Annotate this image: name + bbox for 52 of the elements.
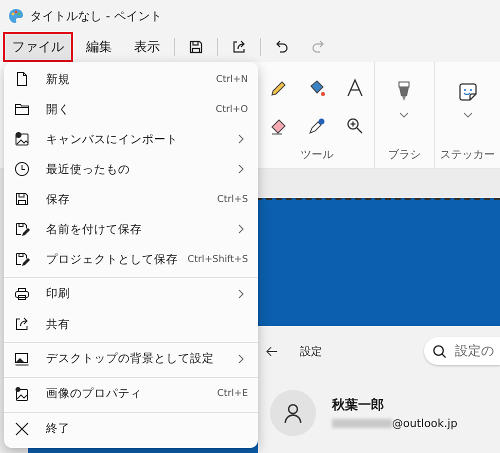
paint-palette-icon xyxy=(8,8,24,24)
menu-item[interactable]: プロジェクトとして保存 Ctrl+Shift+S xyxy=(4,244,258,274)
menu-item[interactable]: 開く Ctrl+O xyxy=(4,94,258,124)
group-label: ブラシ xyxy=(388,147,421,162)
share-icon xyxy=(14,316,30,332)
menu-item[interactable]: 名前を付けて保存 xyxy=(4,214,258,244)
chevron-right-icon xyxy=(238,134,244,144)
new-file-icon xyxy=(14,71,30,87)
menu-item[interactable]: 最近使ったもの xyxy=(4,154,258,184)
search-icon xyxy=(432,344,447,358)
group-label: ステッカー xyxy=(440,147,496,162)
menu-item[interactable]: デスクトップの背景として設定 xyxy=(4,342,258,374)
redacted-text xyxy=(332,419,392,428)
menu-item[interactable]: 共有 xyxy=(4,309,258,339)
save-project-icon xyxy=(14,251,30,267)
chevron-right-icon xyxy=(238,224,244,234)
menu-item[interactable]: 画像のプロパティ Ctrl+E xyxy=(4,377,258,409)
chevron-right-icon xyxy=(238,354,244,364)
chevron-down-icon[interactable] xyxy=(399,112,410,118)
share-icon xyxy=(231,39,247,55)
desktop-icon xyxy=(14,350,30,366)
save-as-icon xyxy=(14,221,30,237)
menu-item[interactable]: 新規 Ctrl+N xyxy=(4,64,258,94)
undo-icon xyxy=(274,39,290,55)
user-email: @outlook.jp xyxy=(392,417,458,430)
color-picker-icon[interactable] xyxy=(307,116,328,136)
menu-item[interactable]: 印刷 xyxy=(4,277,258,309)
menu-tab[interactable]: 表示 xyxy=(126,33,168,61)
menu-item[interactable]: 終了 xyxy=(4,412,258,444)
folder-icon xyxy=(14,101,30,117)
settings-title: 設定 xyxy=(300,344,322,358)
image-properties-icon xyxy=(14,386,30,402)
close-icon xyxy=(14,420,30,436)
image-import-icon xyxy=(14,131,30,147)
chevron-right-icon xyxy=(238,288,244,298)
save-icon xyxy=(188,39,204,55)
back-arrow-icon xyxy=(266,346,278,356)
chevron-right-icon xyxy=(238,164,244,174)
menu-tab[interactable]: ファイル xyxy=(4,33,72,61)
text-icon[interactable] xyxy=(345,78,366,98)
redo-icon xyxy=(310,39,326,55)
menu-item[interactable]: 保存 Ctrl+S xyxy=(4,184,258,214)
menu-item[interactable]: キャンバスにインポート xyxy=(4,124,258,154)
user-name: 秋葉一郎 xyxy=(332,396,385,414)
printer-icon xyxy=(14,286,30,302)
menu-tab[interactable]: 編集 xyxy=(78,33,120,61)
group-label: ツール xyxy=(300,147,334,162)
window-title: タイトルなし - ペイント xyxy=(30,8,162,24)
person-icon xyxy=(282,402,304,424)
clock-icon xyxy=(14,161,30,177)
chevron-down-icon[interactable] xyxy=(462,112,473,118)
save-icon xyxy=(14,191,30,207)
